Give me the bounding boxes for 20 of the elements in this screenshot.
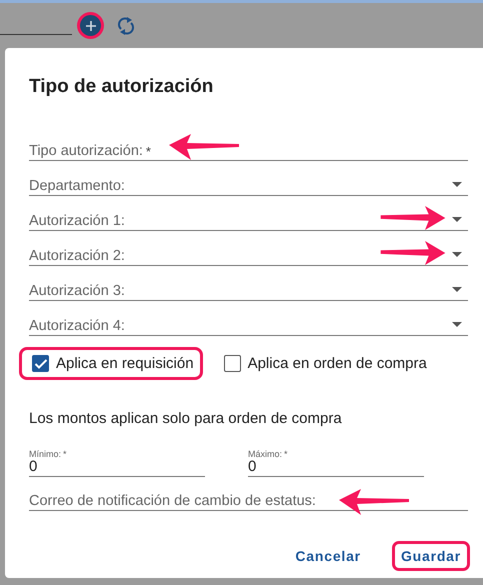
input-field[interactable]: Mínimo: * 0 bbox=[29, 449, 205, 477]
add-button[interactable] bbox=[80, 15, 101, 36]
caret-icon bbox=[452, 287, 462, 292]
dropdown-field[interactable]: Departamento: bbox=[29, 161, 468, 196]
dialog-title: Tipo de autorización bbox=[29, 76, 214, 98]
caret-icon bbox=[452, 217, 462, 222]
caret-icon bbox=[452, 252, 462, 257]
dropdown-field[interactable]: Autorización 4: bbox=[29, 301, 468, 336]
text-button[interactable]: Cancelar bbox=[286, 541, 370, 571]
caret-icon bbox=[452, 322, 462, 327]
note-text: Los montos aplican solo para orden de compra bbox=[29, 410, 343, 427]
input-field[interactable]: Máximo: * 0 bbox=[248, 449, 424, 477]
checkmark-icon bbox=[34, 358, 48, 370]
refresh-icon[interactable] bbox=[117, 16, 135, 36]
plus-icon bbox=[86, 20, 96, 30]
dropdown-field[interactable]: Autorización 3: bbox=[29, 266, 468, 301]
caret-icon bbox=[452, 182, 462, 187]
checkbox-option[interactable]: Aplica en requisición bbox=[19, 347, 203, 380]
text-button[interactable]: Guardar bbox=[392, 541, 470, 571]
checkbox-option[interactable]: Aplica en orden de compra bbox=[210, 347, 436, 380]
